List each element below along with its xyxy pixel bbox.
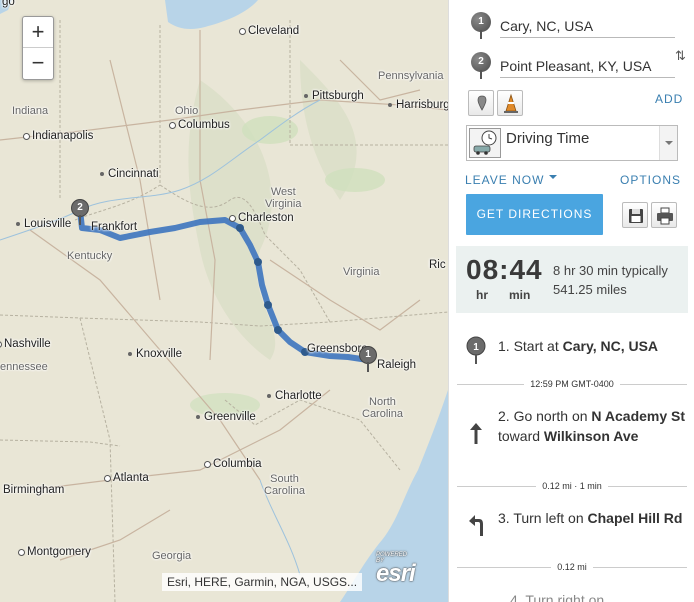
city-indianapolis: Indianapolis <box>22 130 94 142</box>
map-view[interactable]: go Cleveland Pennsylvania Indiana Ohio P… <box>0 0 448 602</box>
printer-icon <box>657 207 673 225</box>
esri-powered-text: POWERED BY <box>376 552 408 564</box>
state-georgia: Georgia <box>152 550 192 562</box>
esri-logo-text: esri <box>376 560 416 587</box>
state-virginia: Virginia <box>343 266 380 278</box>
typical-time: 8 hr 30 min typically <box>553 263 668 278</box>
traffic-cone-icon <box>504 93 518 113</box>
stop-1: 1 Cary, NC, USA <box>465 8 675 40</box>
add-stop-link[interactable]: ADD <box>655 92 683 106</box>
app-root: go Cleveland Pennsylvania Indiana Ohio P… <box>0 0 694 602</box>
city-greenville: Greenville <box>196 411 256 423</box>
clock-car-icon <box>469 128 501 158</box>
state-indiana: Indiana <box>12 105 49 117</box>
minutes-unit: min <box>509 288 531 302</box>
state-south-carolina: South Carolina <box>264 473 305 497</box>
city-cincinnati: Cincinnati <box>100 168 159 180</box>
get-directions-button[interactable]: GET DIRECTIONS <box>466 194 603 235</box>
city-louisville: Louisville <box>15 218 72 230</box>
step-separator: 0.12 mi · 1 min <box>457 480 687 492</box>
stop-1-pin-icon[interactable]: 1 <box>471 12 491 39</box>
stop-1-input[interactable]: Cary, NC, USA <box>500 18 675 38</box>
city-knoxville: Knoxville <box>127 348 183 360</box>
stop-2: 2 Point Pleasant, KY, USA <box>465 48 675 80</box>
step-separator: 12:59 PM GMT-0400 <box>457 378 687 390</box>
route-summary: 08:44 hr min 8 hr 30 min typically 541.2… <box>456 246 688 313</box>
city-charleston: Charleston <box>229 212 294 224</box>
zoom-control: + − <box>22 16 54 80</box>
city-richmond-fragment: Ric <box>429 259 446 271</box>
locate-button[interactable] <box>468 90 494 116</box>
directions-panel: 1 Cary, NC, USA 2 Point Pleasant, KY, US… <box>448 0 694 602</box>
map-attribution[interactable]: Esri, HERE, Garmin, NGA, USGS... <box>162 573 363 591</box>
city-pittsburgh: Pittsburgh <box>304 90 364 102</box>
barrier-button[interactable] <box>497 90 523 116</box>
city-cleveland: Cleveland <box>238 25 300 37</box>
stop-2-input[interactable]: Point Pleasant, KY, USA <box>500 58 675 78</box>
city-harrisburg: Harrisburg <box>388 99 448 111</box>
svg-text:1: 1 <box>473 342 479 353</box>
esri-logo[interactable]: POWERED BY esri <box>376 552 416 588</box>
city-raleigh: Raleigh <box>377 359 416 371</box>
map-start-pin[interactable]: 1 <box>359 346 377 372</box>
lake-erie <box>165 0 258 30</box>
turn-left-icon <box>465 512 487 542</box>
city-columbia: Columbia <box>204 458 262 470</box>
total-distance: 541.25 miles <box>553 282 627 297</box>
city-montgomery: Montgomery <box>18 546 91 558</box>
state-north-carolina: North Carolina <box>362 396 403 420</box>
swap-stops-icon[interactable]: ⇅ <box>675 48 686 64</box>
map-pin-icon: 1 <box>465 336 487 366</box>
print-button[interactable] <box>651 202 677 228</box>
city-birmingham: Birmingham <box>3 484 65 496</box>
city-atlanta: Atlanta <box>104 472 149 484</box>
travel-mode-select[interactable]: Driving Time <box>466 125 678 161</box>
state-kentucky: Kentucky <box>67 250 113 262</box>
zoom-out-button[interactable]: − <box>23 48 53 79</box>
map-pin-icon <box>477 95 487 111</box>
total-time: 08:44 <box>466 254 543 285</box>
map-end-pin[interactable]: 2 <box>71 199 89 225</box>
state-pennsylvania: Pennsylvania <box>378 70 444 82</box>
city-chicago-fragment: go <box>2 0 15 8</box>
chevron-down-icon <box>659 126 677 160</box>
direction-step-4[interactable]: 4. Turn right on ... <box>465 590 687 602</box>
city-nashville: Nashville <box>0 338 51 350</box>
zoom-in-button[interactable]: + <box>23 17 53 48</box>
state-tennessee: ennessee <box>0 361 48 373</box>
floppy-disk-icon <box>629 209 643 223</box>
hours-unit: hr <box>476 288 488 302</box>
city-charlotte: Charlotte <box>267 390 322 402</box>
basemap <box>0 0 448 602</box>
caret-down-icon <box>548 175 557 183</box>
step-separator: 0.12 mi <box>457 561 687 573</box>
city-frankfort: Frankfort <box>91 221 138 233</box>
state-ohio: Ohio <box>175 105 199 117</box>
options-link[interactable]: OPTIONS <box>620 173 681 187</box>
state-west-virginia: West Virginia <box>265 186 302 210</box>
save-button[interactable] <box>622 202 648 228</box>
leave-now-dropdown[interactable]: LEAVE NOW <box>465 173 557 187</box>
stop-2-pin-icon[interactable]: 2 <box>471 52 491 79</box>
city-columbus: Columbus <box>169 119 230 131</box>
arrow-up-icon <box>465 420 487 450</box>
travel-mode-label: Driving Time <box>506 130 590 147</box>
